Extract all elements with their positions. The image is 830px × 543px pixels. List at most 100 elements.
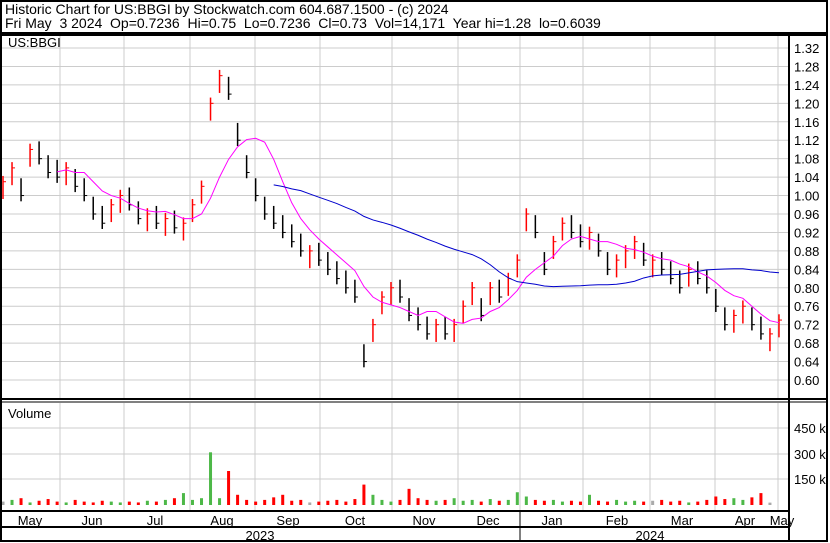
volume-bar: [452, 498, 456, 505]
month-label: Jan: [542, 513, 563, 528]
month-label: Oct: [345, 513, 366, 528]
month-label: Dec: [476, 513, 500, 528]
axis-labels: 1.32 1.28 1.24 1.20 1.16 1.12 1.08 1.04 1.00 0.96…: [18, 41, 827, 543]
volume-bar: [678, 500, 682, 505]
volume-bar: [335, 499, 339, 505]
symbol-label: US:BBGI: [8, 35, 61, 50]
volume-bar: [705, 499, 709, 505]
price-tick-label: 1.24: [794, 78, 819, 93]
month-label: Jul: [147, 513, 164, 528]
volume-tick-label: 300 k: [794, 447, 826, 462]
price-tick-label: 0.88: [794, 244, 819, 259]
volume-bar: [524, 496, 528, 505]
volume-bar: [362, 484, 366, 505]
volume-bar: [587, 494, 591, 505]
volume-bar: [615, 499, 619, 505]
volume-bar: [299, 499, 303, 505]
volume-bar: [759, 493, 763, 505]
volume-bar: [741, 499, 745, 505]
volume-bar: [723, 499, 727, 505]
volume-bar: [651, 500, 655, 505]
volume-bar: [606, 501, 610, 505]
price-tick-label: 1.08: [794, 152, 819, 167]
volume-bar: [82, 501, 86, 505]
price-tick-label: 0.68: [794, 336, 819, 351]
volume-bar: [209, 452, 213, 505]
volume-bar: [389, 501, 393, 505]
volume-bar: [560, 501, 564, 505]
stock-chart-window: Historic Chart for US:BBGI by Stockwatch…: [0, 0, 830, 543]
volume-bar: [479, 501, 483, 505]
volume-bar: [371, 494, 375, 505]
volume-bar: [407, 488, 411, 505]
volume-bar: [10, 499, 14, 505]
price-tick-label: 1.20: [794, 96, 819, 111]
volume-bar: [633, 500, 637, 505]
volume-bar: [714, 496, 718, 505]
price-tick-label: 1.16: [794, 115, 819, 130]
volume-bar: [425, 499, 429, 505]
price-tick-label: 1.28: [794, 59, 819, 74]
volume-bar: [326, 500, 330, 505]
volume-bar: [497, 500, 501, 505]
volume-bar: [290, 500, 294, 505]
price-tick-label: 1.00: [794, 189, 819, 204]
volume-bar: [154, 501, 158, 505]
year-label: 2024: [636, 528, 665, 543]
volume-bar: [218, 498, 222, 505]
volume-bar: [696, 501, 700, 505]
volume-bar: [308, 502, 312, 505]
volume-bar: [127, 501, 131, 505]
month-label: Apr: [735, 513, 756, 528]
price-tick-label: 0.60: [794, 373, 819, 388]
volume-bar: [163, 499, 167, 505]
volume-bar: [660, 499, 664, 505]
volume-bar: [515, 492, 519, 505]
volume-bar: [118, 502, 122, 505]
volume-tick-label: 450 k: [794, 421, 826, 436]
volume-bar: [470, 499, 474, 505]
volume-bar: [416, 498, 420, 505]
price-tick-label: 0.76: [794, 299, 819, 314]
volume-tick-label: 150 k: [794, 472, 826, 487]
price-tick-label: 1.04: [794, 170, 819, 185]
volume-bar: [750, 497, 754, 505]
volume-bar: [19, 498, 23, 505]
volume-bar: [317, 501, 321, 505]
volume-bar: [64, 502, 68, 505]
year-label: 2023: [246, 528, 275, 543]
volume-bar: [732, 498, 736, 505]
volume-bar: [506, 499, 510, 505]
volume-bar: [236, 494, 240, 505]
ma-long-line: [273, 184, 780, 288]
volume-bar: [669, 501, 673, 505]
price-volume-chart: 1.32 1.28 1.24 1.20 1.16 1.12 1.08 1.04 1.00 0.96…: [0, 34, 828, 543]
month-label: Sep: [276, 513, 299, 528]
volume-bar: [488, 499, 492, 505]
month-label: Aug: [210, 513, 233, 528]
volume-bar: [443, 499, 447, 505]
price-tick-label: 1.12: [794, 133, 819, 148]
month-label: Mar: [671, 513, 694, 528]
volume-bar: [263, 499, 267, 505]
volume-bar: [624, 501, 628, 505]
volume-bar: [73, 499, 77, 505]
volume-label: Volume: [8, 406, 51, 421]
volume-bar: [434, 500, 438, 505]
volume-bar: [380, 499, 384, 505]
volume-bar: [281, 494, 285, 505]
volume-bar: [344, 501, 348, 505]
month-label: May: [18, 513, 43, 528]
volume-bar: [569, 500, 573, 505]
price-tick-label: 0.92: [794, 225, 819, 240]
volume-bar: [37, 500, 41, 505]
volume-bar: [55, 501, 59, 505]
volume-bar: [768, 502, 772, 505]
price-tick-label: 0.84: [794, 262, 819, 277]
price-tick-label: 0.96: [794, 207, 819, 222]
volume-bar: [597, 500, 601, 505]
volume-bar: [533, 499, 537, 505]
volume-bar: [46, 499, 50, 505]
price-tick-label: 1.32: [794, 41, 819, 56]
price-tick-label: 0.72: [794, 318, 819, 333]
